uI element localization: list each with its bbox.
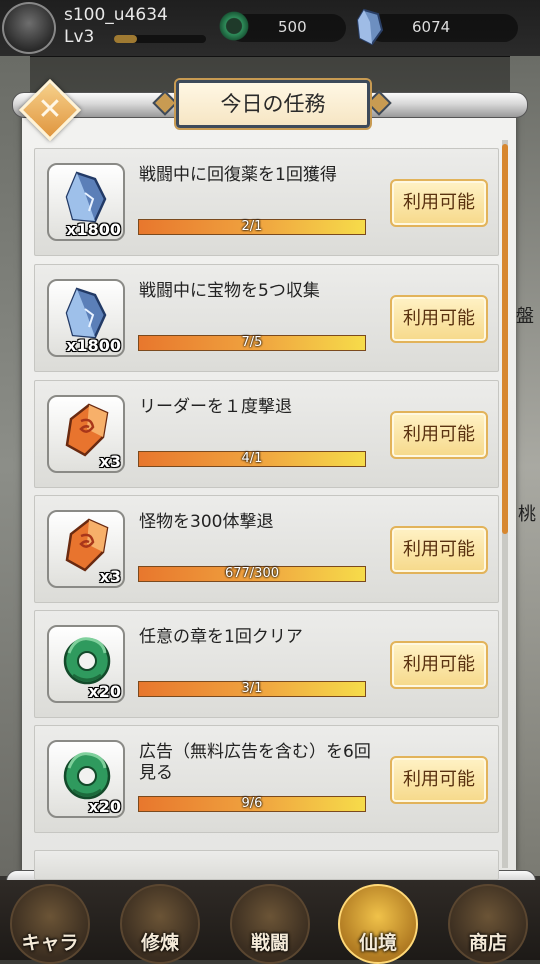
- reward-slot[interactable]: x20: [47, 625, 125, 703]
- task-card: x3 リーダーを１度撃退 4/1 利用可能: [34, 380, 499, 488]
- reward-quantity: x3: [99, 452, 121, 471]
- progress-text: 677/300: [224, 566, 279, 581]
- side-label: 盤: [516, 306, 534, 327]
- task-card: x3 怪物を300体撃退 677/300 利用可能: [34, 495, 499, 603]
- reward-slot[interactable]: x1800: [47, 163, 125, 241]
- crystal-icon: [65, 287, 107, 339]
- reward-slot[interactable]: x3: [47, 395, 125, 473]
- nav-label: 仙境: [358, 932, 397, 954]
- task-name: 怪物を300体撃退: [139, 512, 274, 532]
- reward-slot[interactable]: x1800: [47, 279, 125, 357]
- jade-value: 500: [278, 18, 307, 36]
- claim-button[interactable]: 利用可能: [390, 179, 488, 227]
- task-card-partial: [34, 850, 499, 880]
- dialog-title: 今日の任務: [220, 92, 326, 116]
- task-card: x1800 戦闘中に回復薬を1回獲得 2/1 利用可能: [34, 148, 499, 256]
- progress-text: 3/1: [241, 681, 263, 696]
- jade-ring-icon: [63, 637, 111, 685]
- task-progress-bar: 677/300: [138, 566, 366, 582]
- side-label: 桃: [518, 504, 536, 525]
- close-icon: ✕: [37, 92, 63, 127]
- scrollbar-thumb[interactable]: [502, 144, 508, 534]
- reward-quantity: x20: [88, 797, 121, 816]
- task-name: 戦闘中に宝物を5つ収集: [139, 281, 320, 301]
- top-bar: s100_u4634 Lv3 500 6074: [0, 0, 540, 57]
- reward-quantity: x1800: [66, 220, 121, 239]
- progress-text: 4/1: [241, 451, 263, 466]
- reward-slot[interactable]: x20: [47, 740, 125, 818]
- crystal-icon: [356, 8, 384, 46]
- task-name: 戦闘中に回復薬を1回獲得: [139, 165, 337, 185]
- nav-label: キャラ: [21, 932, 79, 954]
- nav-label: 戦闘: [250, 932, 289, 954]
- task-name: 広告（無料広告を含む）を6回見る: [139, 742, 371, 783]
- task-progress-bar: 2/1: [138, 219, 366, 235]
- crystal-icon: [65, 171, 107, 223]
- task-progress-bar: 3/1: [138, 681, 366, 697]
- claim-button[interactable]: 利用可能: [390, 756, 488, 804]
- reward-quantity: x20: [88, 682, 121, 701]
- jade-ring-icon: [63, 752, 111, 800]
- player-name: s100_u4634: [64, 5, 168, 25]
- claim-button[interactable]: 利用可能: [390, 295, 488, 343]
- task-progress-bar: 7/5: [138, 335, 366, 351]
- nav-label: 修煉: [140, 932, 179, 954]
- task-card: x20 広告（無料広告を含む）を6回見る 9/6 利用可能: [34, 725, 499, 833]
- rune-stone-icon: [65, 518, 109, 572]
- task-name: 任意の章を1回クリア: [139, 627, 303, 647]
- xp-fill: [114, 35, 137, 43]
- nav-character[interactable]: キャラ: [2, 884, 98, 964]
- player-avatar[interactable]: [2, 2, 56, 54]
- nav-battle[interactable]: 戦闘: [222, 884, 318, 964]
- reward-quantity: x3: [99, 567, 121, 586]
- nav-training[interactable]: 修煉: [112, 884, 208, 964]
- progress-text: 9/6: [241, 796, 263, 811]
- reward-quantity: x1800: [66, 336, 121, 355]
- player-level: Lv3: [64, 27, 95, 47]
- task-name: リーダーを１度撃退: [139, 397, 292, 417]
- crystal-value: 6074: [412, 18, 451, 36]
- task-progress-bar: 9/6: [138, 796, 366, 812]
- crystal-counter[interactable]: 6074: [356, 8, 518, 46]
- close-button[interactable]: ✕: [18, 78, 82, 142]
- nav-label: 商店: [468, 932, 507, 954]
- progress-text: 7/5: [241, 335, 263, 350]
- xp-bar: [114, 35, 206, 43]
- nav-shop[interactable]: 商店: [440, 884, 536, 964]
- claim-button[interactable]: 利用可能: [390, 641, 488, 689]
- nav-wonderland[interactable]: 仙境: [330, 884, 426, 964]
- claim-button[interactable]: 利用可能: [390, 411, 488, 459]
- rune-stone-icon: [65, 403, 109, 457]
- progress-text: 2/1: [241, 219, 263, 234]
- claim-button[interactable]: 利用可能: [390, 526, 488, 574]
- jade-counter[interactable]: 500: [216, 8, 346, 44]
- reward-slot[interactable]: x3: [47, 510, 125, 588]
- title-banner: 今日の任務: [176, 80, 370, 128]
- task-card: x1800 戦闘中に宝物を5つ収集 7/5 利用可能: [34, 264, 499, 372]
- task-progress-bar: 4/1: [138, 451, 366, 467]
- jade-icon: [216, 8, 252, 44]
- task-card: x20 任意の章を1回クリア 3/1 利用可能: [34, 610, 499, 718]
